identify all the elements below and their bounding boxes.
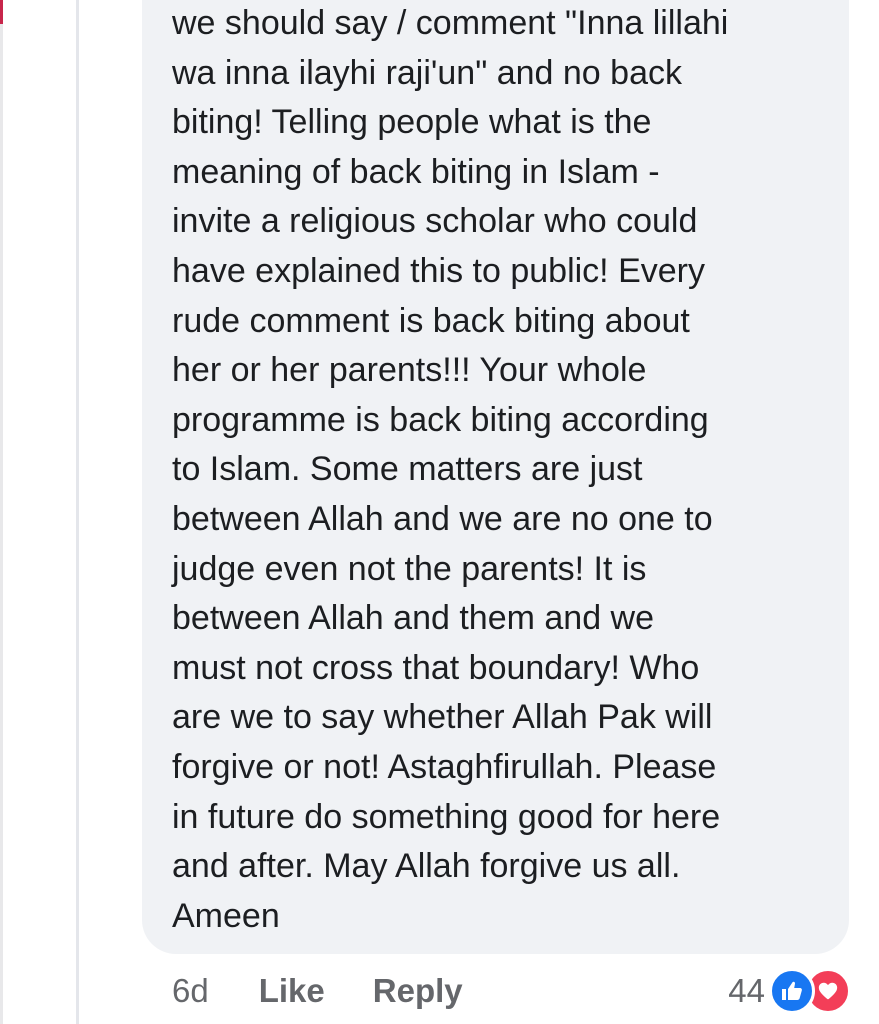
thread-connector-line	[76, 0, 79, 1024]
page-edge-marker	[0, 0, 3, 1024]
comment-timestamp[interactable]: 6d	[172, 972, 209, 1010]
comment-actions: 6d Like Reply	[172, 966, 463, 1016]
reaction-count: 44	[728, 972, 765, 1009]
like-button[interactable]: Like	[259, 972, 325, 1010]
reaction-summary[interactable]: 44	[728, 968, 851, 1014]
comment-thread-view: we should say / comment "Inna lillahi wa…	[0, 0, 879, 1024]
comment-text: we should say / comment "Inna lillahi wa…	[172, 4, 729, 935]
thumbs-up-icon	[769, 968, 815, 1014]
reply-button[interactable]: Reply	[373, 972, 463, 1010]
